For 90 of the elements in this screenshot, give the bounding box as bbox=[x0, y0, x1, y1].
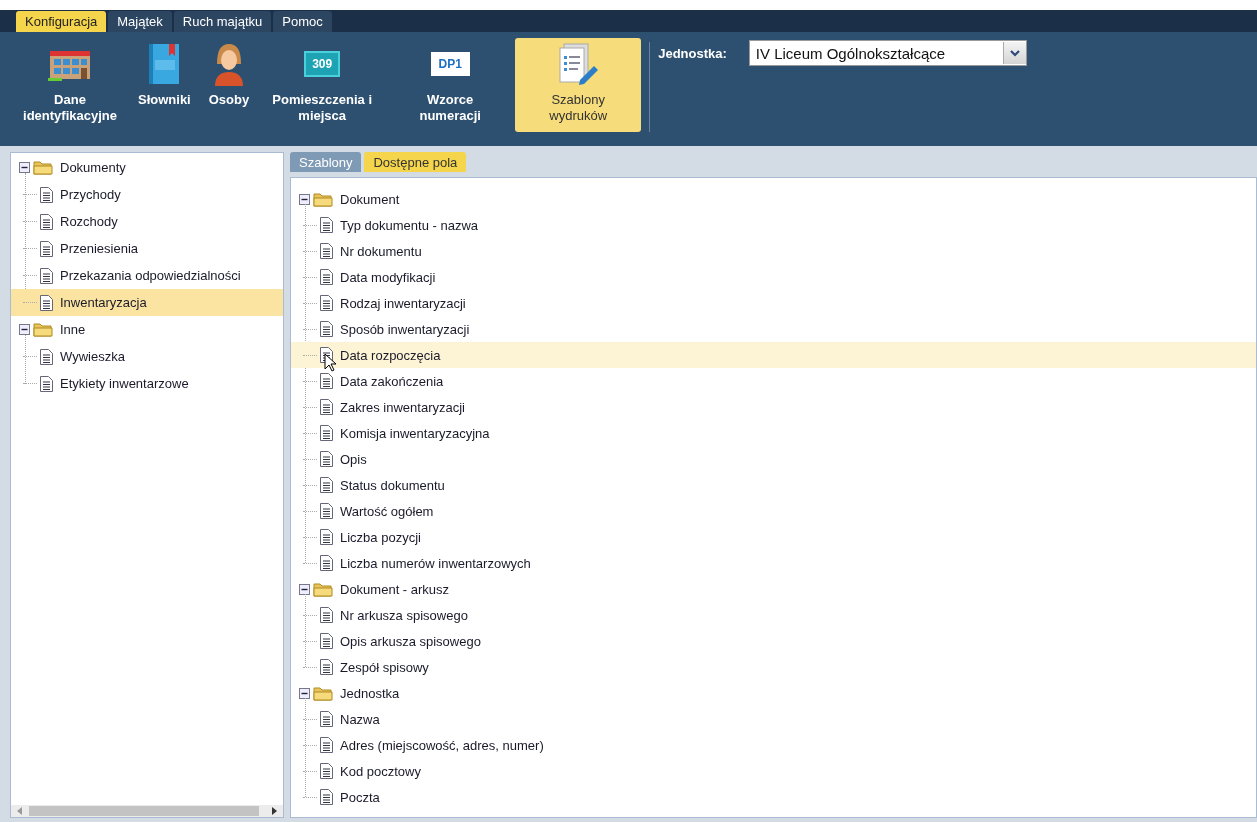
unit-label: Jednostka: bbox=[658, 45, 727, 61]
document-icon bbox=[40, 348, 53, 365]
content-tab[interactable]: Dostępne pola bbox=[364, 152, 467, 172]
collapse-icon[interactable] bbox=[299, 193, 310, 205]
document-icon bbox=[40, 294, 53, 311]
document-icon bbox=[320, 477, 333, 493]
field-item[interactable]: Status dokumentu bbox=[291, 472, 1256, 498]
toolbar-button[interactable]: Osoby bbox=[200, 38, 258, 132]
folder-icon bbox=[33, 322, 53, 337]
field-item[interactable]: Opis bbox=[291, 446, 1256, 472]
collapse-icon[interactable] bbox=[19, 162, 30, 173]
field-item[interactable]: Zespół spisowy bbox=[291, 654, 1256, 680]
folder-icon bbox=[313, 685, 333, 701]
document-icon bbox=[320, 555, 333, 571]
field-item[interactable]: Opis arkusza spisowego bbox=[291, 628, 1256, 654]
menu-tab[interactable]: Pomoc bbox=[273, 11, 332, 32]
field-item[interactable]: Poczta bbox=[291, 784, 1256, 810]
chevron-down-icon bbox=[1009, 49, 1020, 57]
mouse-pointer-icon bbox=[324, 353, 336, 372]
field-group[interactable]: Jednostka bbox=[291, 680, 1256, 706]
field-item[interactable]: Kod pocztowy bbox=[291, 758, 1256, 784]
toolbar-button[interactable]: Słowniki bbox=[130, 38, 199, 132]
tree-item[interactable]: Inwentaryzacja bbox=[11, 289, 283, 316]
folder-icon bbox=[313, 191, 333, 207]
document-icon bbox=[320, 607, 333, 623]
document-icon bbox=[320, 711, 333, 727]
field-group[interactable]: Dokument - arkusz bbox=[291, 576, 1256, 602]
toolbar-button[interactable]: Szablony wydruków bbox=[515, 38, 642, 132]
collapse-icon[interactable] bbox=[299, 583, 310, 595]
field-item[interactable]: Liczba pozycji bbox=[291, 524, 1256, 550]
unit-dropdown[interactable]: IV Liceum Ogólnokształcące bbox=[748, 40, 1027, 66]
document-icon bbox=[320, 399, 333, 415]
folder-icon bbox=[33, 160, 53, 175]
field-item[interactable]: Wartość ogółem bbox=[291, 498, 1256, 524]
document-icon bbox=[320, 789, 333, 805]
field-item[interactable]: Nr arkusza spisowego bbox=[291, 602, 1256, 628]
document-icon bbox=[40, 240, 53, 257]
field-item[interactable]: Data modyfikacji bbox=[291, 264, 1256, 290]
field-item[interactable]: Adres (miejscowość, adres, numer) bbox=[291, 732, 1256, 758]
field-item[interactable]: Nr dokumentu bbox=[291, 238, 1256, 264]
numbering-icon: DP1 bbox=[430, 52, 470, 76]
document-icon bbox=[320, 425, 333, 441]
document-icon bbox=[320, 529, 333, 545]
tree-folder[interactable]: Inne bbox=[11, 316, 283, 343]
scroll-right-icon[interactable] bbox=[271, 807, 277, 815]
document-icon bbox=[320, 633, 333, 649]
toolbar-button[interactable]: Dane identyfikacyjne bbox=[12, 38, 128, 132]
toolbar-button[interactable]: 309 Pomieszczenia i miejsca bbox=[259, 38, 386, 132]
document-pencil-icon bbox=[558, 42, 599, 86]
room-number-icon: 309 bbox=[304, 51, 341, 77]
document-icon bbox=[320, 503, 333, 519]
document-icon bbox=[320, 659, 333, 675]
document-icon bbox=[320, 243, 333, 259]
field-item[interactable]: Data zakończenia bbox=[291, 368, 1256, 394]
document-icon bbox=[320, 295, 333, 311]
field-item[interactable]: Nazwa bbox=[291, 706, 1256, 732]
document-icon bbox=[320, 269, 333, 285]
document-icon bbox=[40, 267, 53, 284]
folder-icon bbox=[313, 581, 333, 597]
document-icon bbox=[320, 763, 333, 779]
document-icon bbox=[320, 451, 333, 467]
field-item[interactable]: Typ dokumentu - nazwa bbox=[291, 212, 1256, 238]
horizontal-scrollbar[interactable] bbox=[11, 805, 283, 817]
field-item[interactable]: Komisja inwentaryzacyjna bbox=[291, 420, 1256, 446]
document-icon bbox=[320, 737, 333, 753]
field-item[interactable]: Sposób inwentaryzacji bbox=[291, 316, 1256, 342]
document-icon bbox=[320, 321, 333, 337]
tree-item[interactable]: Etykiety inwentarzowe bbox=[11, 370, 283, 397]
collapse-icon[interactable] bbox=[19, 324, 30, 335]
field-item[interactable]: Rodzaj inwentaryzacji bbox=[291, 290, 1256, 316]
tree-item[interactable]: Przeniesienia bbox=[11, 235, 283, 262]
menu-tab[interactable]: Konfiguracja bbox=[16, 11, 107, 32]
menu-tab[interactable]: Ruch majątku bbox=[173, 11, 272, 32]
field-group[interactable]: Dokument bbox=[291, 186, 1256, 212]
toolbar-button[interactable]: DP1 Wzorce numeracji bbox=[387, 38, 514, 132]
document-icon bbox=[40, 375, 53, 392]
tree-item[interactable]: Przychody bbox=[11, 181, 283, 208]
book-icon bbox=[147, 42, 182, 86]
document-icon bbox=[320, 373, 333, 389]
tree-folder[interactable]: Dokumenty bbox=[11, 154, 283, 181]
field-item[interactable]: Liczba numerów inwentarzowych bbox=[291, 550, 1256, 576]
menu-tab[interactable]: Majątek bbox=[108, 11, 172, 32]
tree-item[interactable]: Wywieszka bbox=[11, 343, 283, 370]
document-icon bbox=[320, 217, 333, 233]
field-item[interactable]: Zakres inwentaryzacji bbox=[291, 394, 1256, 420]
tree-item[interactable]: Rozchody bbox=[11, 208, 283, 235]
tree-item[interactable]: Przekazania odpowiedzialności bbox=[11, 262, 283, 289]
document-icon bbox=[40, 213, 53, 230]
document-icon bbox=[40, 186, 53, 203]
collapse-icon[interactable] bbox=[299, 687, 310, 699]
